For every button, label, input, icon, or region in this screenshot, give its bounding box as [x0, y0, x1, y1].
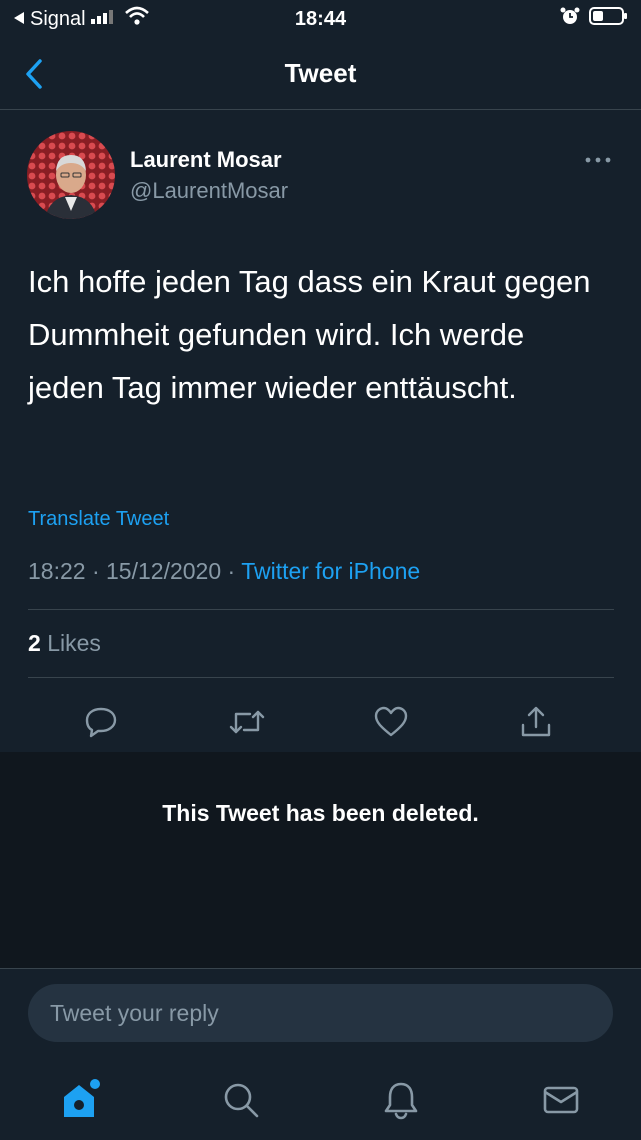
likes-link[interactable]: 2 Likes [28, 630, 101, 657]
notifications-icon [384, 1082, 418, 1120]
author-name[interactable]: Laurent Mosar [130, 147, 282, 173]
reply-input[interactable] [28, 984, 613, 1042]
tab-home[interactable] [57, 1076, 105, 1124]
like-button[interactable] [369, 700, 413, 744]
page-title: Tweet [284, 58, 357, 88]
translate-tweet-link[interactable]: Translate Tweet [28, 508, 169, 531]
tweet-source-link[interactable]: Twitter for iPhone [241, 558, 420, 584]
back-button[interactable] [14, 52, 54, 96]
status-left: Signal [12, 6, 150, 32]
reply-bar [0, 970, 641, 1058]
deleted-tweet-notice: This Tweet has been deleted. [162, 800, 479, 826]
status-bar: Signal [0, 0, 641, 38]
like-icon [374, 706, 408, 737]
search-icon [224, 1083, 259, 1118]
back-to-app-arrow-icon[interactable] [12, 8, 26, 31]
author-handle[interactable]: @LaurentMosar [130, 178, 288, 204]
reply-button[interactable] [79, 700, 123, 744]
tab-search[interactable] [217, 1076, 265, 1124]
battery-icon [589, 6, 629, 32]
status-right [559, 5, 629, 33]
tweet-action-bar [0, 692, 641, 752]
retweet-icon [229, 710, 265, 734]
tab-notifications[interactable] [377, 1076, 425, 1124]
likes-count: 2 [28, 630, 41, 656]
retweet-button[interactable] [225, 700, 269, 744]
reply-icon [85, 707, 117, 738]
messages-icon [543, 1086, 579, 1114]
tab-messages[interactable] [537, 1076, 585, 1124]
more-options-button[interactable] [578, 148, 618, 172]
likes-label: Likes [47, 630, 101, 656]
nav-bar: Tweet [0, 38, 641, 110]
chevron-left-icon [26, 59, 42, 89]
tab-bar [0, 1058, 641, 1140]
divider [28, 609, 614, 610]
tweet-text: Ich hoffe jeden Tag dass ein Kraut gegen… [28, 264, 591, 405]
deleted-tweet-section: This Tweet has been deleted. [0, 752, 641, 969]
wifi-icon [124, 6, 150, 32]
tweet-time: 18:22 [28, 558, 86, 584]
avatar[interactable] [27, 131, 115, 219]
tweet-date: 15/12/2020 [106, 558, 222, 584]
alarm-icon [559, 5, 581, 33]
meta-separator: · [227, 558, 236, 584]
tweet-meta: 18:22 · 15/12/2020 · Twitter for iPhone [28, 558, 420, 585]
more-dots-icon [585, 157, 611, 163]
carrier-label: Signal [30, 7, 86, 30]
share-button[interactable] [514, 700, 558, 744]
share-icon [521, 706, 551, 737]
divider [28, 677, 614, 678]
signal-strength-icon [90, 7, 120, 31]
meta-separator: · [91, 558, 100, 584]
home-icon [64, 1079, 100, 1117]
